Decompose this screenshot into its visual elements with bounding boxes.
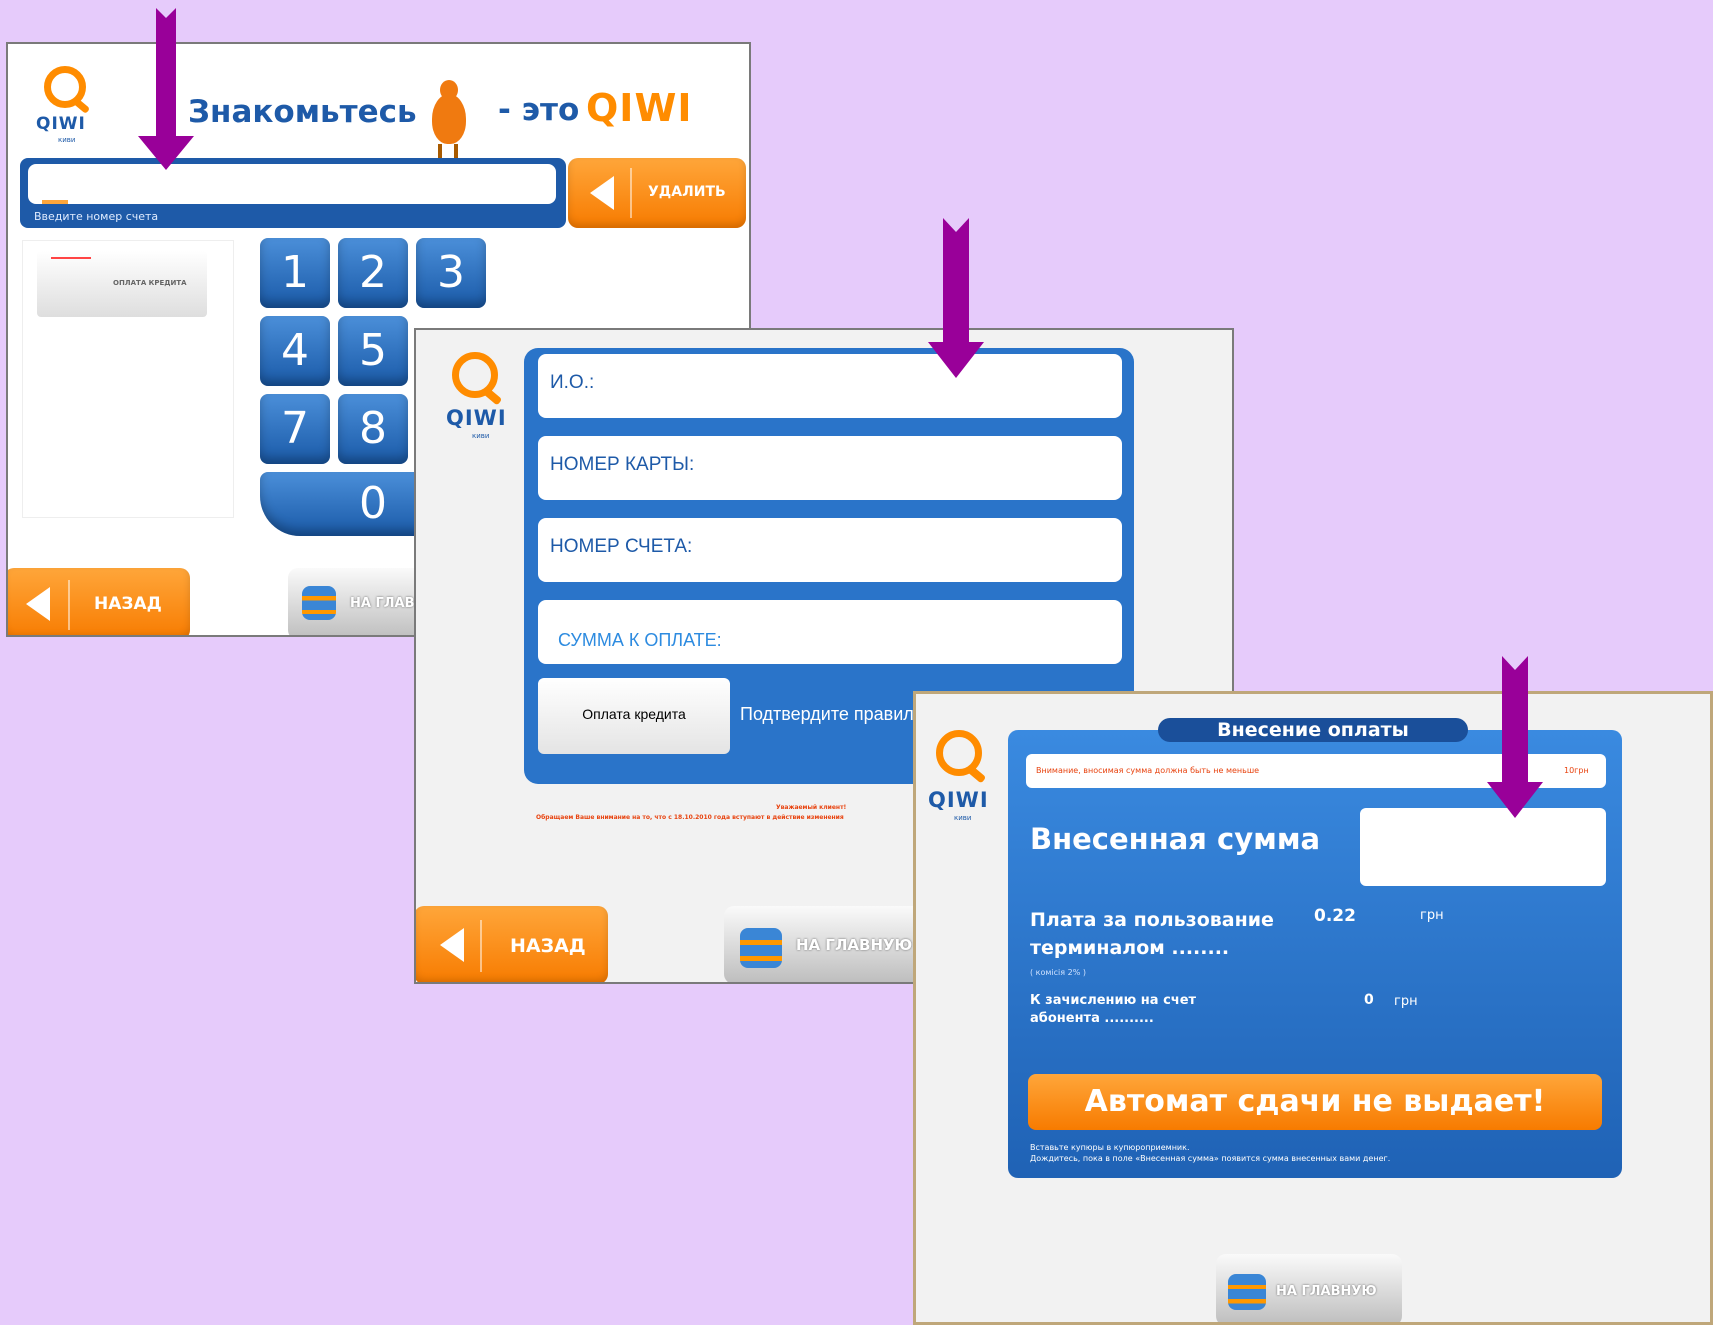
account-input-frame: Введите номер счета — [20, 158, 566, 228]
key-3[interactable]: 3 — [416, 238, 486, 308]
notice-text: Обращаем Ваше внимание на то, что с 18.1… — [536, 814, 844, 821]
input-cursor — [42, 200, 68, 204]
home-stack-icon — [740, 928, 782, 968]
home-button[interactable]: НА ГЛАВНУЮ — [724, 906, 924, 982]
home-button[interactable]: НА ГЛАВНУЮ — [1216, 1254, 1402, 1322]
fee-label: Плата за пользование терминалом ........ — [1030, 909, 1274, 959]
fee-value: 0.22 — [1314, 906, 1356, 926]
no-change-banner: Автомат сдачи не выдает! — [1028, 1074, 1602, 1130]
qiwi-logo: QIWI киви — [36, 66, 106, 146]
brand-title: QIWI — [586, 86, 693, 130]
qiwi-logo: QIWI киви — [928, 730, 998, 822]
provider-list: ОПЛАТА КРЕДИТА — [22, 240, 234, 518]
field-payment-amount[interactable]: СУММА К ОПЛАТЕ: — [538, 600, 1122, 664]
key-1[interactable]: 1 — [260, 238, 330, 308]
key-2[interactable]: 2 — [338, 238, 408, 308]
field-initials[interactable]: И.О.: — [538, 354, 1122, 418]
deposited-amount-field — [1360, 808, 1606, 886]
delete-button[interactable]: УДАЛИТЬ — [568, 158, 746, 228]
service-credit-button[interactable]: Оплата кредита — [538, 678, 730, 754]
back-button[interactable]: НАЗАД — [416, 906, 608, 982]
home-stack-icon — [302, 586, 336, 620]
notice-title: Уважаемый клиент! — [776, 804, 847, 811]
credit-label: К зачислению на счет абонента .......... — [1030, 993, 1197, 1026]
field-card-number[interactable]: НОМЕР КАРТЫ: — [538, 436, 1122, 500]
headline: Знакомьтесь — [188, 94, 417, 130]
headline-suffix: - это — [498, 92, 580, 128]
input-hint: Введите номер счета — [34, 210, 159, 223]
fee-currency: грн — [1420, 908, 1444, 923]
backspace-icon — [590, 176, 614, 210]
deposit-instructions: Вставьте купюры в купюроприемник. Дождит… — [1030, 1143, 1391, 1163]
fee-note: ( комісія 2% ) — [1030, 968, 1086, 977]
arrow-down-icon — [928, 218, 984, 378]
qiwi-logo: QIWI киви — [446, 352, 516, 442]
field-account-number[interactable]: НОМЕР СЧЕТА: — [538, 518, 1122, 582]
provider-tile-credit[interactable]: ОПЛАТА КРЕДИТА — [37, 251, 207, 317]
key-7[interactable]: 7 — [260, 394, 330, 464]
account-input[interactable] — [28, 164, 556, 204]
panel-title: Внесение оплаты — [1158, 718, 1468, 742]
back-button[interactable]: НАЗАД — [8, 568, 190, 635]
deposited-label: Внесенная сумма — [1030, 822, 1321, 856]
credit-currency: грн — [1394, 994, 1418, 1009]
credit-value: 0 — [1364, 992, 1374, 1008]
key-4[interactable]: 4 — [260, 316, 330, 386]
home-stack-icon — [1228, 1274, 1266, 1310]
key-8[interactable]: 8 — [338, 394, 408, 464]
back-arrow-icon — [440, 928, 464, 962]
arrow-down-icon — [1487, 656, 1543, 818]
key-5[interactable]: 5 — [338, 316, 408, 386]
arrow-down-icon — [138, 8, 194, 170]
mascot-bird-icon — [426, 76, 470, 160]
screen-cash-deposit: QIWI киви Внесение оплаты Внимание, внос… — [913, 691, 1713, 1325]
back-arrow-icon — [26, 587, 50, 621]
